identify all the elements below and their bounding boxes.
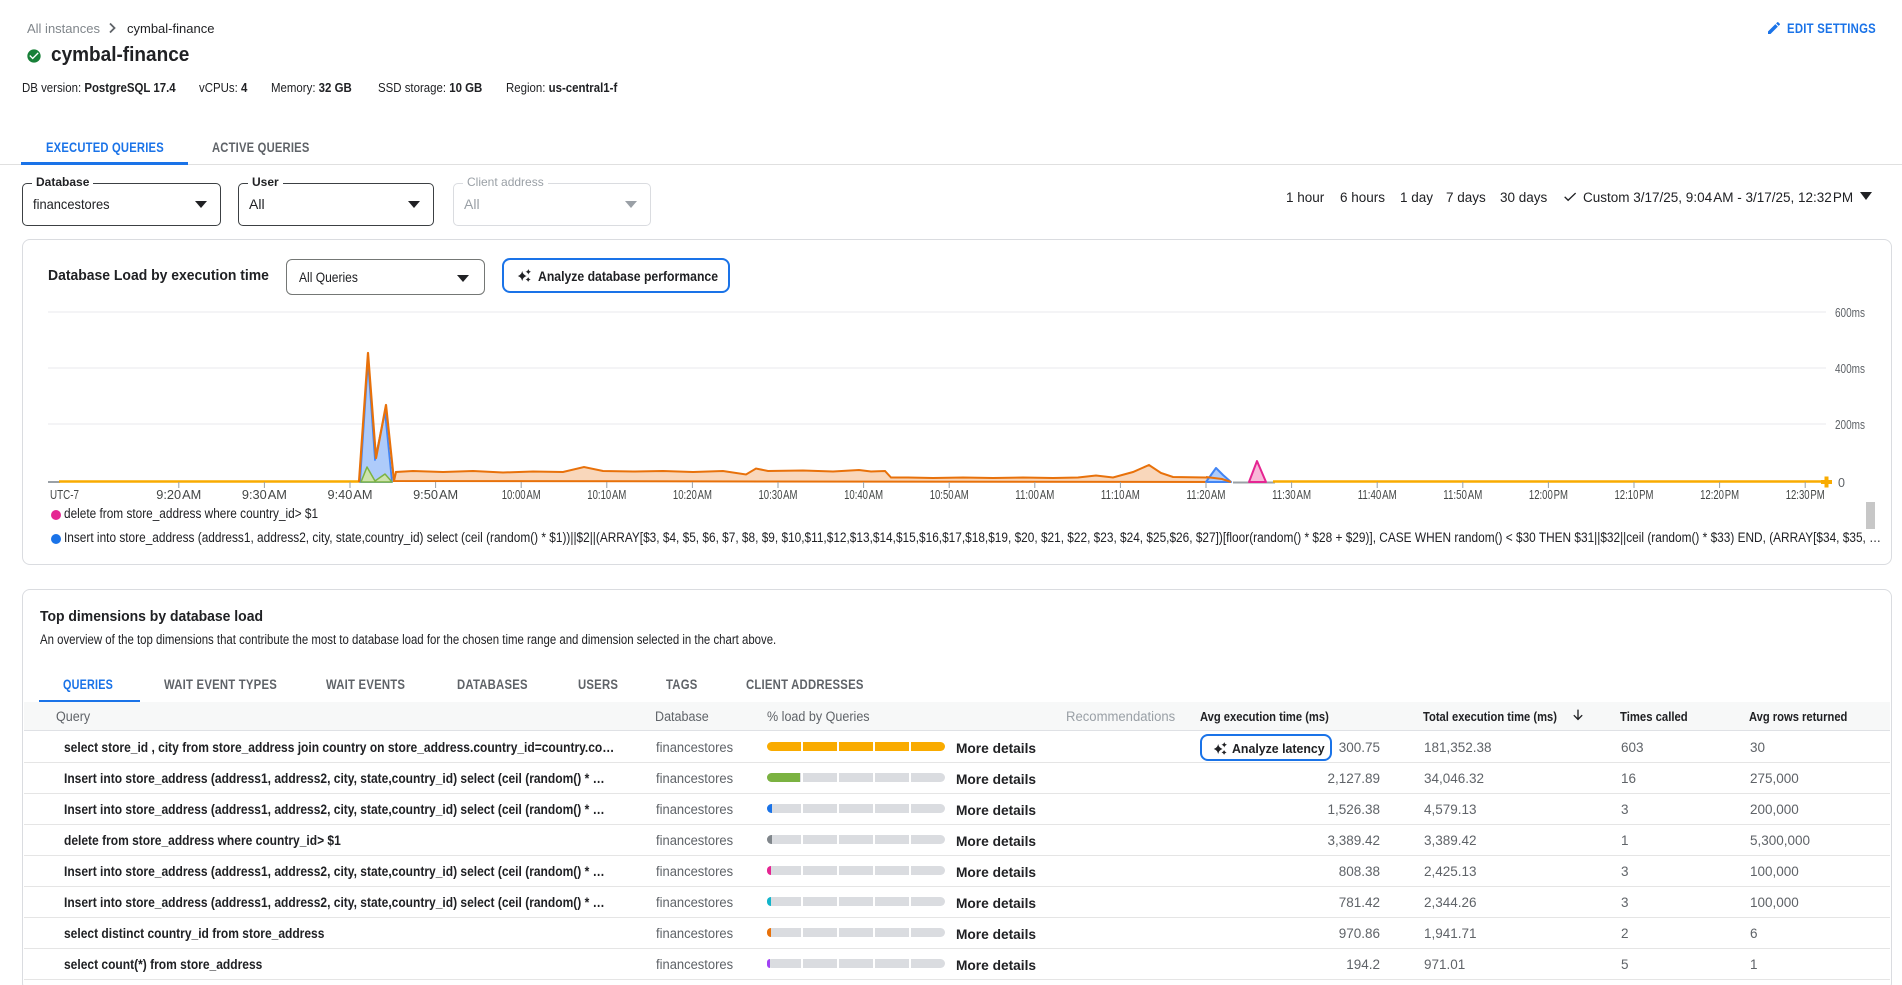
svg-text:10:50 AM: 10:50 AM (930, 488, 969, 501)
svg-text:10:40 AM: 10:40 AM (844, 488, 883, 501)
svg-text:11:30 AM: 11:30 AM (1272, 488, 1311, 501)
svg-text:UTC-7: UTC-7 (50, 488, 79, 501)
svg-text:10:20 AM: 10:20 AM (673, 488, 712, 501)
svg-text:11:40 AM: 11:40 AM (1358, 488, 1397, 501)
svg-text:12:10 PM: 12:10 PM (1615, 488, 1654, 501)
svg-text:200ms: 200ms (1835, 418, 1865, 432)
svg-text:400ms: 400ms (1835, 362, 1865, 376)
svg-text:10:30 AM: 10:30 AM (759, 488, 798, 501)
svg-text:10:10 AM: 10:10 AM (587, 488, 626, 501)
svg-text:9:20 AM: 9:20 AM (156, 488, 201, 501)
svg-text:11:50 AM: 11:50 AM (1443, 488, 1482, 501)
svg-text:11:10 AM: 11:10 AM (1101, 488, 1140, 501)
svg-text:0: 0 (1838, 476, 1845, 490)
svg-text:12:00 PM: 12:00 PM (1529, 488, 1568, 501)
svg-text:9:50 AM: 9:50 AM (413, 488, 458, 501)
svg-text:9:30 AM: 9:30 AM (242, 488, 287, 501)
svg-text:12:30 PM: 12:30 PM (1786, 488, 1825, 501)
svg-text:11:20 AM: 11:20 AM (1187, 488, 1226, 501)
svg-text:600ms: 600ms (1835, 306, 1865, 320)
svg-text:12:20 PM: 12:20 PM (1700, 488, 1739, 501)
svg-text:9:40 AM: 9:40 AM (328, 488, 373, 501)
svg-text:11:00 AM: 11:00 AM (1015, 488, 1054, 501)
svg-text:10:00 AM: 10:00 AM (502, 488, 541, 501)
